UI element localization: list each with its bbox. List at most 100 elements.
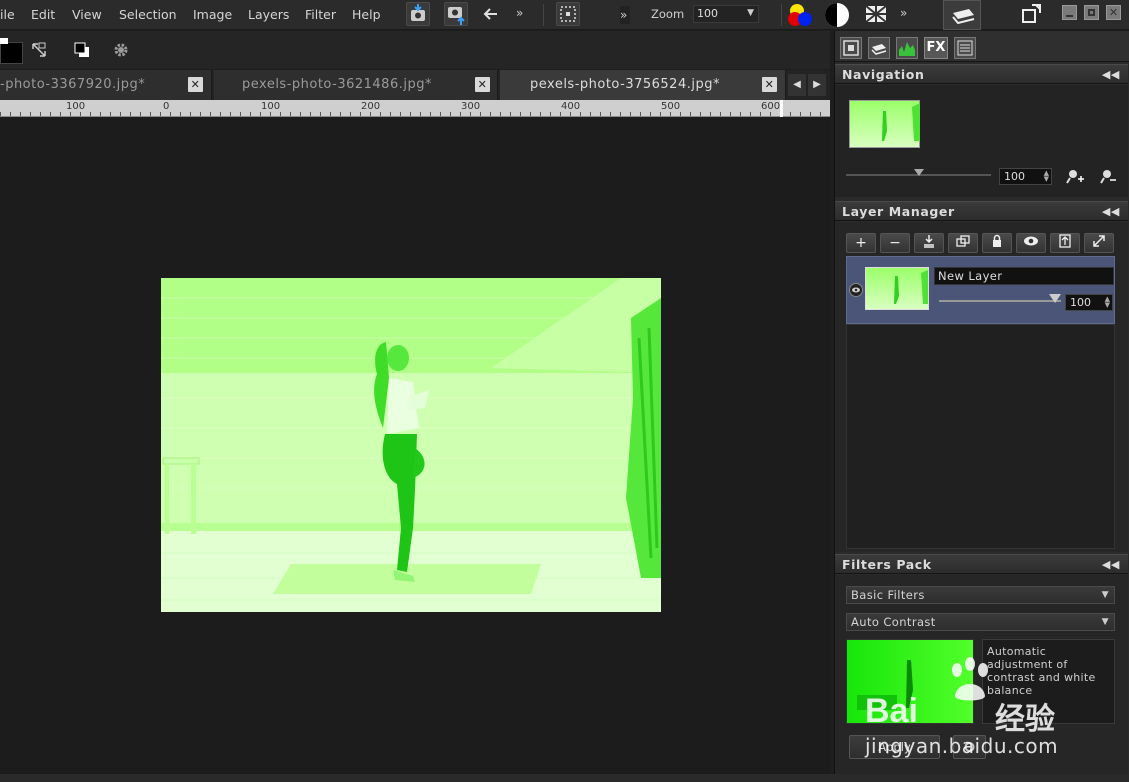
slider-thumb[interactable] [914, 169, 924, 176]
tab-document-2[interactable]: pexels-photo-3621486.jpg* ✕ [214, 70, 498, 100]
add-layer-button[interactable]: + [846, 233, 876, 253]
close-window-icon[interactable]: ✕ [1106, 5, 1121, 20]
filter-settings-button[interactable] [953, 735, 986, 759]
filters-pack-panel-header[interactable]: Filters Pack ◀◀ [835, 554, 1128, 574]
slider-thumb[interactable] [1049, 294, 1061, 303]
remove-layer-button[interactable]: − [880, 233, 910, 253]
layer-manager-panel-header[interactable]: Layer Manager ◀◀ [835, 201, 1128, 221]
layer-opacity-slider[interactable] [939, 300, 1061, 302]
navigation-zoom-value: 100 [1004, 170, 1025, 183]
duplicate-layer-button[interactable] [948, 233, 978, 253]
layers-panel-icon[interactable] [868, 37, 890, 59]
ruler-tick [130, 112, 131, 116]
lock-layer-button[interactable] [982, 233, 1012, 253]
collapse-icon[interactable]: ◀◀ [1102, 68, 1120, 81]
merge-down-button[interactable] [914, 233, 944, 253]
histogram-panel-icon[interactable] [896, 37, 918, 59]
more-tools-chevron-2[interactable]: » [620, 6, 630, 24]
navigation-zoom-input[interactable]: 100 ▲ ▼ [999, 168, 1052, 185]
fx-panel-tab[interactable]: FX [924, 37, 948, 59]
dither-pattern-icon[interactable] [864, 3, 888, 25]
swap-colors-icon[interactable] [30, 41, 48, 59]
layer-name-input[interactable]: New Layer [934, 267, 1114, 285]
ruler-tick [60, 112, 61, 116]
menu-filter[interactable]: Filter [305, 7, 336, 22]
ruler-tick [760, 112, 761, 116]
toggle-visibility-button[interactable] [1016, 233, 1046, 253]
menu-edit[interactable]: Edit [31, 7, 55, 22]
tab-scroll-right-icon[interactable]: ▶ [808, 74, 826, 96]
menu-selection[interactable]: Selection [119, 7, 177, 22]
more-tools-chevron-3[interactable]: » [900, 6, 907, 20]
navigator-panel-icon[interactable] [840, 37, 862, 59]
menu-image[interactable]: Image [193, 7, 232, 22]
ruler-tick [710, 112, 711, 116]
image-canvas[interactable] [0, 118, 830, 774]
zoom-out-icon[interactable] [1098, 167, 1118, 185]
menu-layers[interactable]: Layers [248, 7, 289, 22]
camera-upload-icon[interactable] [444, 2, 468, 26]
layer-row-selected[interactable]: New Layer 100 ▲ ▼ [846, 256, 1115, 324]
expand-layer-button[interactable] [1084, 233, 1114, 253]
background-color-swatch[interactable] [0, 38, 8, 44]
layer-list-empty-area[interactable] [846, 324, 1115, 549]
layer-opacity-value: 100 [1070, 296, 1091, 309]
default-colors-icon[interactable] [74, 42, 90, 58]
ruler-tick [280, 112, 281, 116]
ruler-tick [480, 112, 481, 116]
layer-visibility-eye-icon[interactable] [849, 283, 863, 297]
document-image[interactable] [161, 278, 661, 612]
spinner-arrows-icon[interactable]: ▲ ▼ [1105, 296, 1110, 309]
collapse-icon[interactable]: ◀◀ [1102, 558, 1120, 571]
ruler-tick [810, 112, 811, 116]
ruler-tick [450, 112, 451, 116]
filters-pack-title: Filters Pack [842, 557, 932, 572]
filter-select[interactable]: Auto Contrast ▼ [846, 613, 1115, 631]
navigation-thumbnail[interactable] [849, 100, 920, 148]
spinner-arrows-icon[interactable]: ▲ ▼ [1044, 170, 1049, 183]
camera-download-icon[interactable] [406, 2, 430, 26]
ruler-tick [500, 112, 501, 116]
ruler-tick [490, 112, 491, 116]
eye-icon [1024, 236, 1038, 246]
panel-tab-strip: FX [835, 31, 1129, 62]
minimize-window-icon[interactable] [1062, 5, 1077, 20]
tab-document-1[interactable]: -photo-3367920.jpg* ✕ [0, 70, 212, 100]
layers-stack-icon [952, 9, 975, 25]
maximize-window-icon[interactable] [1084, 5, 1099, 20]
close-icon[interactable]: ✕ [475, 77, 490, 92]
apply-filter-button[interactable]: Apply [849, 735, 940, 759]
ruler-label: 0 [163, 101, 170, 112]
layer-manager-title: Layer Manager [842, 204, 955, 219]
selection-frame-icon[interactable] [556, 2, 580, 26]
navigation-panel-body: 100 ▲ ▼ [835, 85, 1128, 197]
history-list-icon[interactable] [954, 37, 976, 59]
window-swap-icon[interactable] [1020, 3, 1044, 25]
collapse-icon[interactable]: ◀◀ [1102, 205, 1120, 218]
close-icon[interactable]: ✕ [188, 77, 203, 92]
layer-properties-button[interactable] [1050, 233, 1080, 253]
menu-help[interactable]: Help [352, 7, 381, 22]
ruler-tick [310, 112, 311, 116]
menu-file[interactable]: ile [0, 7, 15, 22]
toolbar-separator [543, 4, 544, 26]
document-tabs: -photo-3367920.jpg* ✕ pexels-photo-36214… [0, 70, 830, 100]
ruler-tick [330, 112, 331, 116]
contrast-icon[interactable] [823, 1, 851, 29]
close-icon[interactable]: ✕ [762, 77, 777, 92]
gear-icon[interactable] [112, 41, 130, 59]
undo-arrow-icon[interactable] [482, 5, 500, 23]
zoom-select[interactable]: 100 ▼ [693, 5, 759, 23]
foreground-color-swatch[interactable] [0, 42, 23, 64]
color-channels-icon[interactable] [787, 2, 815, 28]
layers-stack-button[interactable] [943, 0, 981, 30]
menu-view[interactable]: View [72, 7, 102, 22]
more-tools-chevron[interactable]: » [516, 6, 523, 20]
tab-scroll-left-icon[interactable]: ◀ [788, 74, 806, 96]
tab-document-3[interactable]: pexels-photo-3756524.jpg* ✕ [500, 70, 786, 100]
layer-thumbnail [865, 267, 929, 310]
zoom-in-icon[interactable] [1065, 167, 1085, 185]
navigation-panel-header[interactable]: Navigation ◀◀ [835, 64, 1128, 84]
filter-category-select[interactable]: Basic Filters ▼ [846, 586, 1115, 604]
layer-opacity-input[interactable]: 100 ▲ ▼ [1065, 294, 1113, 311]
